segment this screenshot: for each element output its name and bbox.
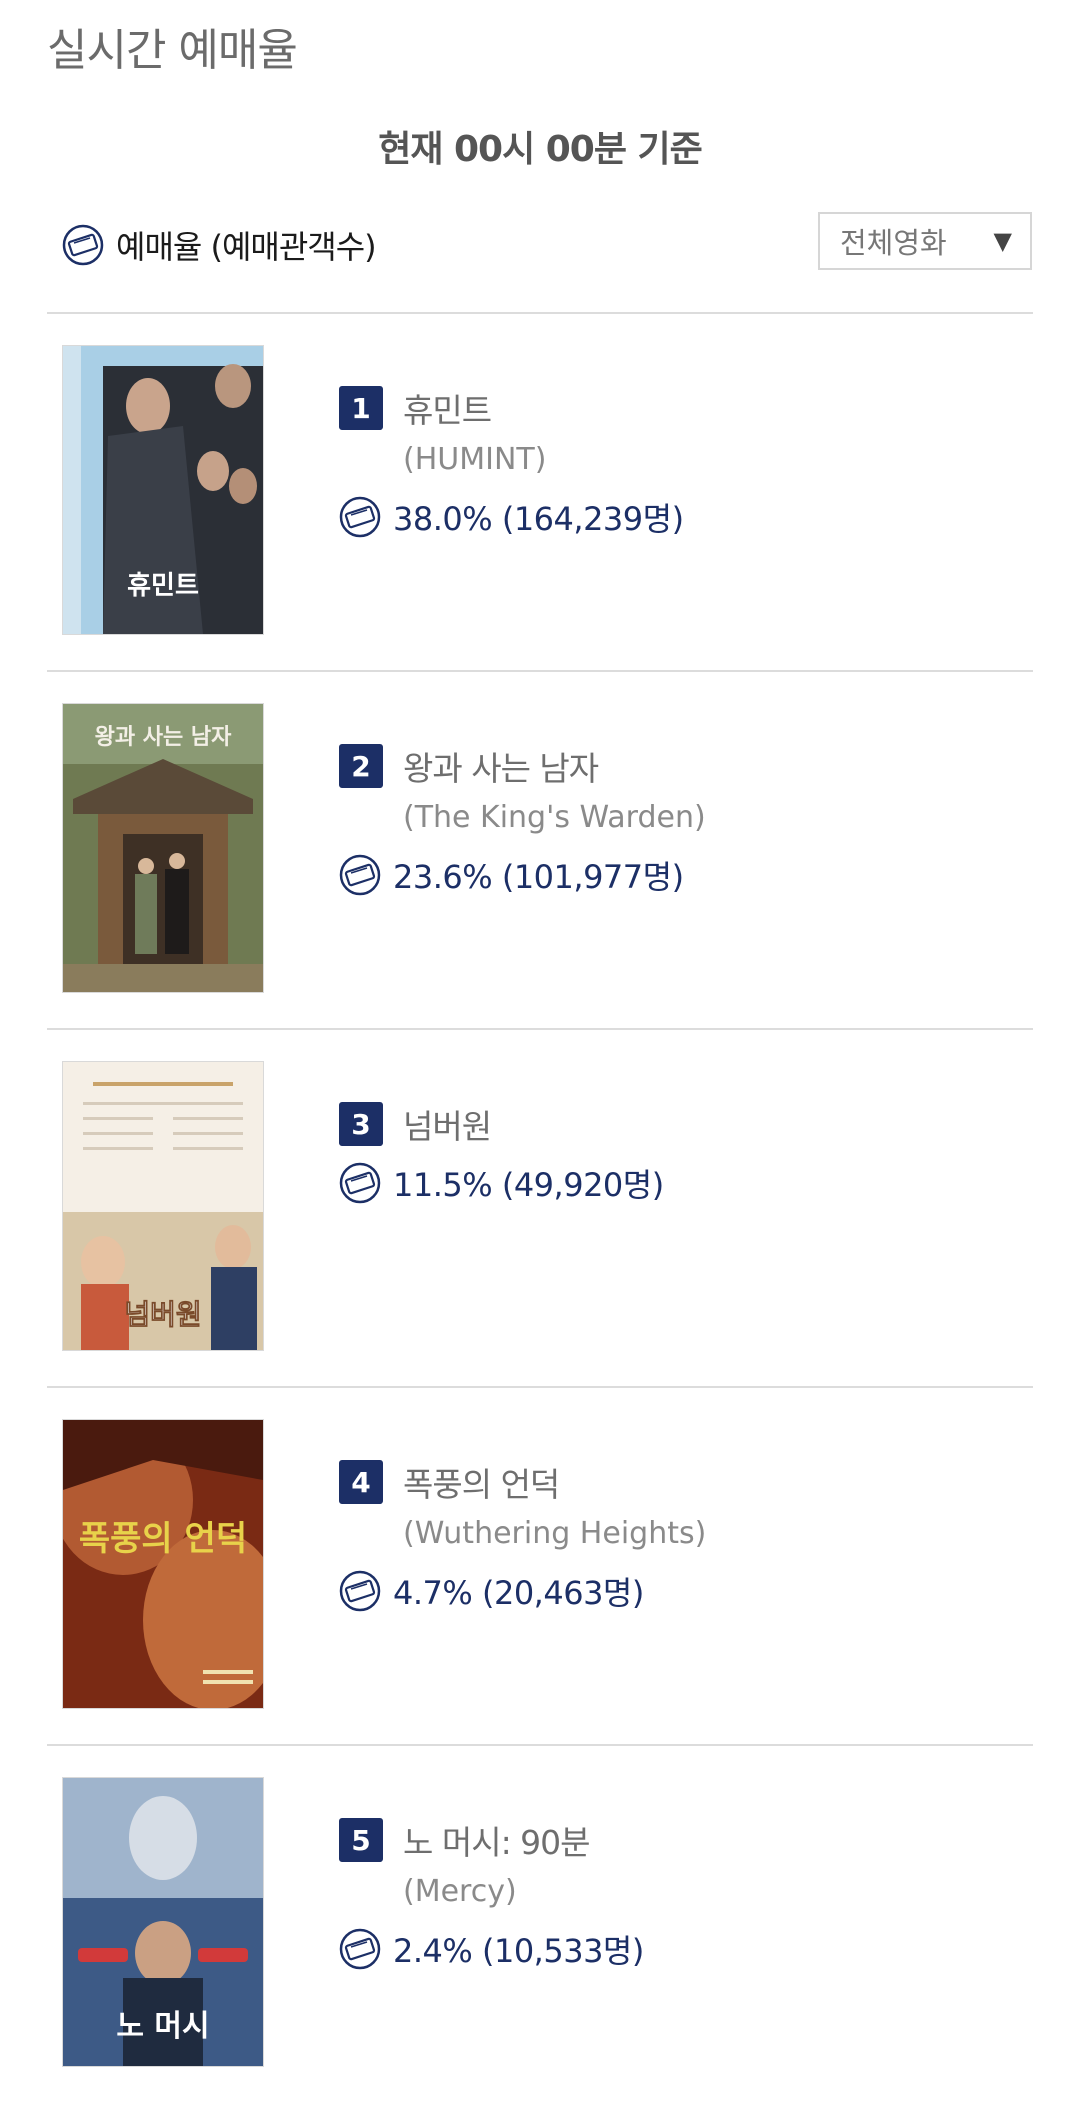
movie-row[interactable]: 폭풍의 언덕 4 폭풍의 언덕 (Wuthering Heights) 4.7%… (47, 1388, 1033, 1744)
movie-row[interactable]: 휴민트 1 휴민트 (HUMINT) 38.0% (164,239명) (47, 314, 1033, 670)
movie-title[interactable]: 넘버원 (403, 1100, 492, 1148)
rank-badge: 1 (339, 386, 383, 430)
movie-subtitle: (Mercy) (403, 1874, 517, 1909)
poster-title-text: 넘버원 (124, 1298, 201, 1331)
ticket-icon (339, 1570, 381, 1612)
movie-row[interactable]: 노 머시 5 노 머시: 90분 (Mercy) 2.4% (10,533명) (47, 1746, 1033, 2102)
movie-title[interactable]: 노 머시: 90분 (403, 1816, 591, 1864)
rank-badge: 2 (339, 744, 383, 788)
poster-title-text: 왕과 사는 남자 (95, 724, 233, 750)
movie-poster[interactable]: 폭풍의 언덕 (63, 1420, 263, 1708)
ticket-icon (339, 1928, 381, 1970)
booking-rate: 38.0% (164,239명) (393, 500, 684, 538)
movie-row[interactable]: 왕과 사는 남자 2 왕과 사는 남자 (The King's Warden) … (47, 672, 1033, 1028)
booking-rate: 11.5% (49,920명) (393, 1166, 664, 1204)
movie-list: 휴민트 1 휴민트 (HUMINT) 38.0% (164,239명) 왕과 사… (0, 0, 1080, 2089)
movie-poster[interactable]: 휴민트 (63, 346, 263, 634)
rank-badge: 5 (339, 1818, 383, 1862)
poster-title-text: 휴민트 (127, 571, 199, 601)
booking-rate: 4.7% (20,463명) (393, 1574, 644, 1612)
movie-subtitle: (Wuthering Heights) (403, 1516, 707, 1551)
movie-poster[interactable]: 넘버원 (63, 1062, 263, 1350)
movie-subtitle: (HUMINT) (403, 442, 547, 477)
poster-title-text: 폭풍의 언덕 (79, 1519, 247, 1559)
movie-title[interactable]: 왕과 사는 남자 (403, 742, 599, 790)
ticket-icon (339, 496, 381, 538)
movie-poster[interactable]: 노 머시 (63, 1778, 263, 2066)
poster-title-text: 노 머시 (116, 2009, 209, 2044)
movie-subtitle: (The King's Warden) (403, 800, 706, 835)
movie-row[interactable]: 넘버원 3 넘버원 11.5% (49,920명) (47, 1030, 1033, 1386)
ticket-icon (339, 854, 381, 896)
movie-title[interactable]: 폭풍의 언덕 (403, 1458, 560, 1506)
movie-poster[interactable]: 왕과 사는 남자 (63, 704, 263, 992)
ticket-icon (339, 1162, 381, 1204)
booking-rate: 2.4% (10,533명) (393, 1932, 644, 1970)
rank-badge: 3 (339, 1102, 383, 1146)
rank-badge: 4 (339, 1460, 383, 1504)
booking-rate: 23.6% (101,977명) (393, 858, 684, 896)
movie-title[interactable]: 휴민트 (403, 384, 492, 432)
